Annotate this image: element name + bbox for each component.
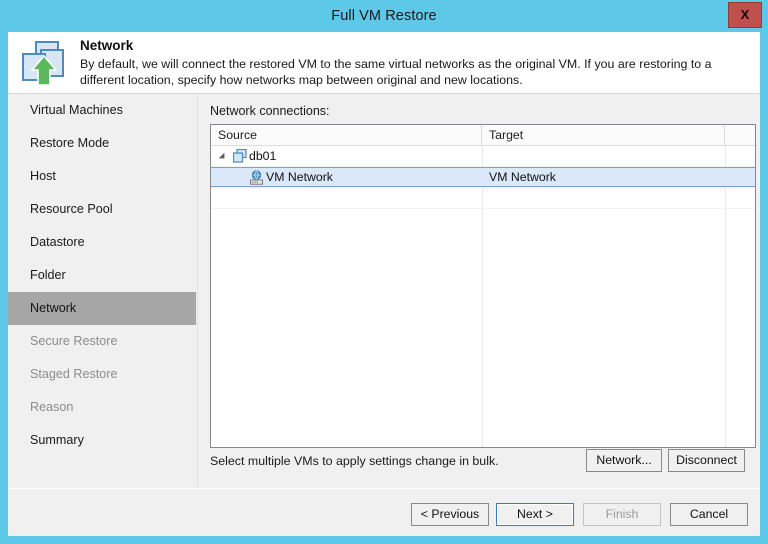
row-source-label: VM Network [266,168,333,188]
row-target-label: VM Network [482,168,725,188]
row-target-label [482,146,725,166]
table-row[interactable]: VM Network VM Network [211,167,755,187]
row-divider [211,187,755,188]
next-button[interactable]: Next > [496,503,574,526]
disconnect-button[interactable]: Disconnect [668,449,745,472]
row-divider [211,208,755,209]
network-adapter-icon [249,170,264,185]
expand-collapse-icon[interactable] [219,153,227,161]
column-header-source[interactable]: Source [211,125,482,145]
window-title: Full VM Restore [0,0,768,32]
dialog-panel: Network By default, we will connect the … [8,32,760,536]
network-button[interactable]: Network... [586,449,662,472]
column-divider-2 [725,146,726,447]
finish-button: Finish [583,503,661,526]
page-title: Network [80,38,133,53]
title-bar[interactable]: Full VM Restore X [0,0,768,32]
wizard-header: Network By default, we will connect the … [8,32,760,94]
sidebar-item-folder[interactable]: Folder [8,259,196,292]
dialog-window: Full VM Restore X Network By default, we… [0,0,768,544]
sidebar-item-summary[interactable]: Summary [8,424,196,457]
page-description: By default, we will connect the restored… [80,56,744,88]
virtual-machine-icon [233,149,248,163]
sidebar-item-secure-restore: Secure Restore [8,325,196,358]
previous-button[interactable]: < Previous [411,503,489,526]
sidebar-item-restore-mode[interactable]: Restore Mode [8,127,196,160]
sidebar-item-datastore[interactable]: Datastore [8,226,196,259]
grid-header-row: Source Target [211,125,755,146]
wizard-steps-sidebar: Virtual Machines Restore Mode Host Resou… [8,94,198,487]
cancel-button[interactable]: Cancel [670,503,748,526]
network-connections-grid[interactable]: Source Target db01 [210,124,756,448]
sidebar-item-virtual-machines[interactable]: Virtual Machines [8,94,196,127]
sidebar-item-resource-pool[interactable]: Resource Pool [8,193,196,226]
table-row[interactable]: db01 [211,146,755,166]
row-source-label: db01 [249,146,276,166]
grid-body: db01 [211,146,755,447]
sidebar-item-host[interactable]: Host [8,160,196,193]
close-button[interactable]: X [728,2,762,28]
sidebar-item-network[interactable]: Network [8,292,196,325]
column-header-target[interactable]: Target [482,125,725,145]
sidebar-item-reason: Reason [8,391,196,424]
sidebar-item-staged-restore: Staged Restore [8,358,196,391]
dialog-footer: < Previous Next > Finish Cancel [8,488,760,536]
network-connections-label: Network connections: [210,104,330,118]
main-content: Network connections: Source Target [199,94,760,487]
vm-restore-icon [20,40,68,86]
bulk-edit-hint: Select multiple VMs to apply settings ch… [210,454,499,468]
column-divider-1 [482,146,483,447]
column-header-extra[interactable] [725,125,755,145]
